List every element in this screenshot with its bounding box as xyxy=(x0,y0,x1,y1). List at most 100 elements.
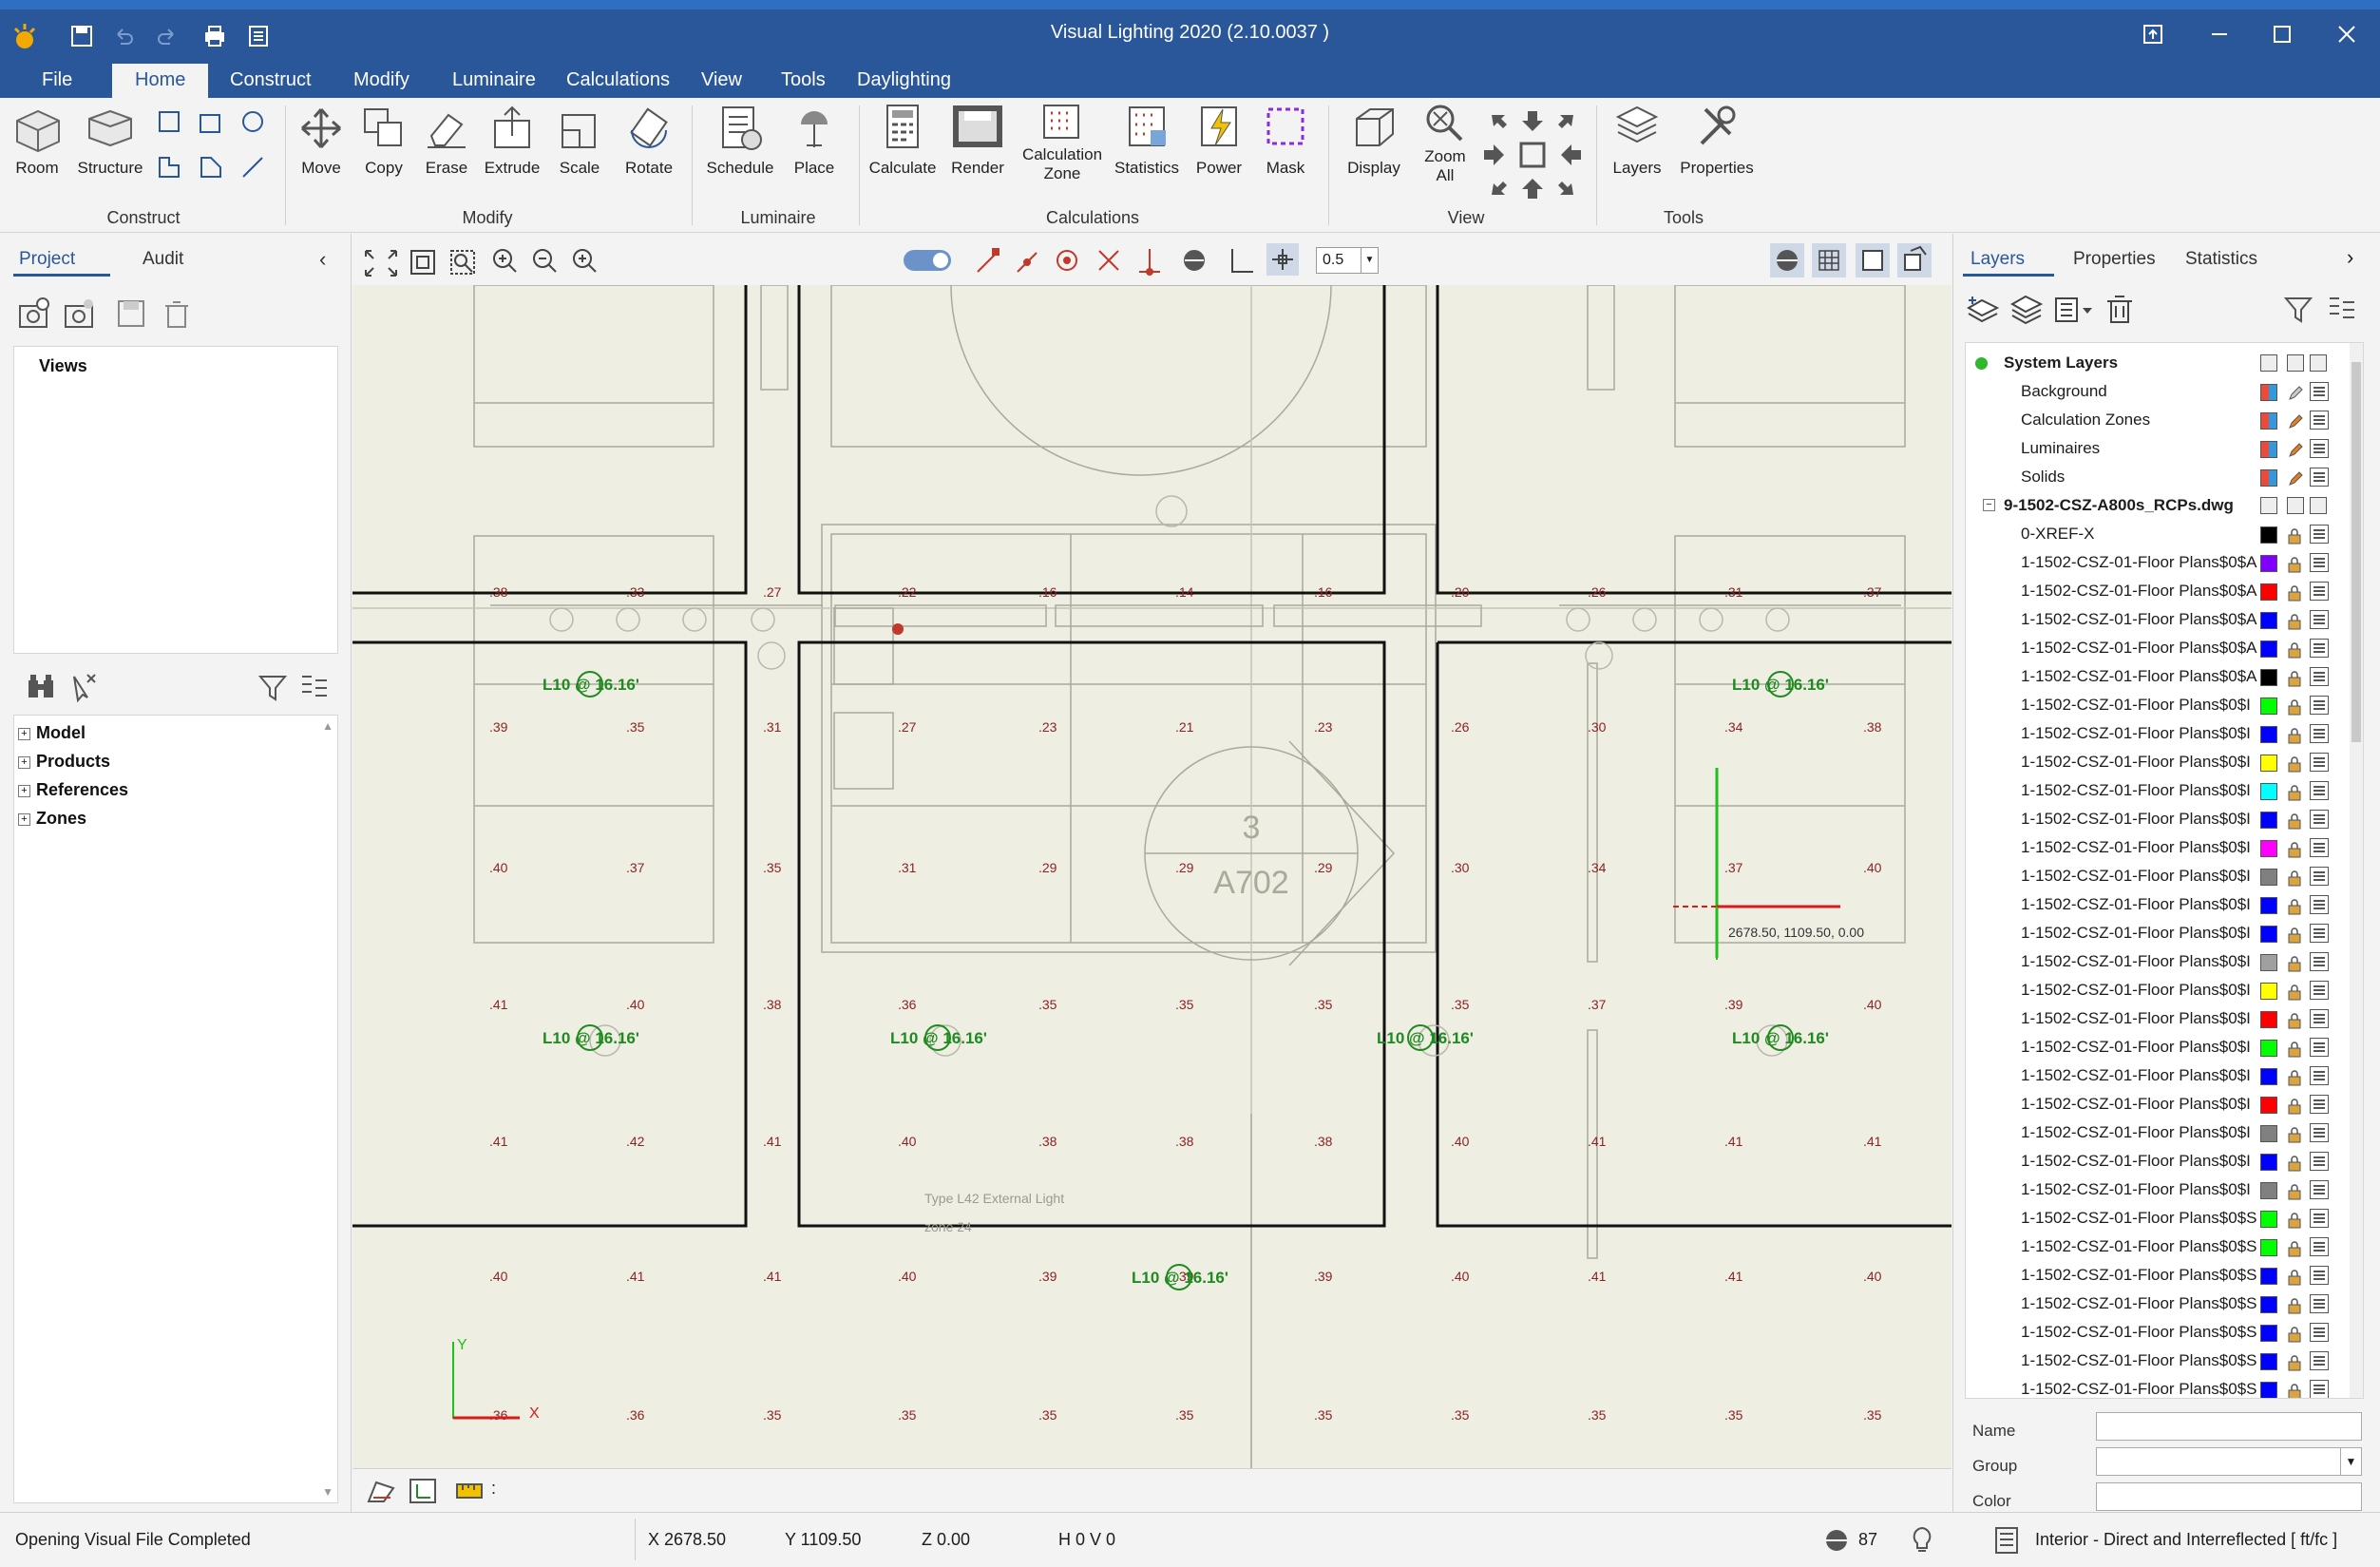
menu-tools[interactable]: Tools xyxy=(764,62,843,98)
print-toggle-icon[interactable] xyxy=(2310,1123,2329,1142)
extrude-button[interactable]: Extrude xyxy=(481,102,543,208)
expand-icon[interactable]: + xyxy=(18,755,30,769)
layer-color-swatch[interactable] xyxy=(2260,640,2277,658)
color-input[interactable] xyxy=(2096,1482,2362,1511)
filter-icon[interactable] xyxy=(257,671,289,708)
lock-icon[interactable] xyxy=(2287,868,2302,887)
layer-color-swatch[interactable] xyxy=(2260,1353,2277,1370)
layer-row-floor-plan[interactable]: 1-1502-CSZ-01-Floor Plans$0$I xyxy=(1966,748,2363,776)
luminaire-tag[interactable]: L10 @ 16.16' xyxy=(890,1029,987,1047)
pencil-icon[interactable] xyxy=(2287,440,2303,457)
layer-color-swatch[interactable] xyxy=(2260,783,2277,800)
layer-row-floor-plan[interactable]: 1-1502-CSZ-01-Floor Plans$0$I xyxy=(1966,890,2363,919)
layer-color-swatch[interactable] xyxy=(2260,1239,2277,1256)
menu-daylighting[interactable]: Daylighting xyxy=(840,62,968,98)
layer-color-swatch[interactable] xyxy=(2260,1182,2277,1199)
group-select[interactable]: ▼ xyxy=(2096,1447,2362,1476)
grid-snap-icon[interactable] xyxy=(1266,243,1299,276)
group-lock-icon[interactable] xyxy=(2287,497,2304,514)
properties-button[interactable]: Properties xyxy=(1674,102,1760,208)
group-visibility-icon[interactable] xyxy=(2260,497,2277,514)
layer-list-icon[interactable] xyxy=(2052,293,2094,330)
layer-row-floor-plan[interactable]: 1-1502-CSZ-01-Floor Plans$0$I xyxy=(1966,1175,2363,1204)
statistics-button[interactable]: Statistics xyxy=(1114,102,1180,208)
group-visibility-icon[interactable] xyxy=(2260,354,2277,372)
snap-toggle[interactable] xyxy=(904,250,951,271)
ribbon-display-icon[interactable] xyxy=(2124,13,2181,55)
layer-color-swatch[interactable] xyxy=(2260,441,2277,458)
lock-icon[interactable] xyxy=(2287,1267,2302,1286)
layer-color-swatch[interactable] xyxy=(2260,1068,2277,1085)
layer-color-swatch[interactable] xyxy=(2260,612,2277,629)
layer-row-floor-plan[interactable]: 1-1502-CSZ-01-Floor Plans$0$I xyxy=(1966,1061,2363,1090)
layer-row-floor-plan[interactable]: 1-1502-CSZ-01-Floor Plans$0$I xyxy=(1966,1147,2363,1175)
print-toggle-icon[interactable] xyxy=(2310,724,2329,743)
print-toggle-icon[interactable] xyxy=(2310,753,2329,772)
layer-row-floor-plan[interactable]: 1-1502-CSZ-01-Floor Plans$0$S xyxy=(1966,1204,2363,1233)
binoculars-icon[interactable] xyxy=(25,671,57,708)
layer-color-swatch[interactable] xyxy=(2260,669,2277,686)
layer-color-swatch[interactable] xyxy=(2260,954,2277,971)
layer-row-floor-plan[interactable]: 1-1502-CSZ-01-Floor Plans$0$I xyxy=(1966,1118,2363,1147)
delete-layer-icon[interactable] xyxy=(2104,293,2136,330)
menu-view[interactable]: View xyxy=(684,62,759,98)
snap-nearest-icon[interactable] xyxy=(1184,250,1205,271)
menu-modify[interactable]: Modify xyxy=(336,62,427,98)
display-button[interactable]: Display xyxy=(1338,102,1410,208)
print-toggle-icon[interactable] xyxy=(2310,838,2329,857)
clear-selection-icon[interactable] xyxy=(67,671,99,708)
lock-icon[interactable] xyxy=(2287,1381,2302,1398)
scrollbar-thumb[interactable] xyxy=(2351,362,2361,742)
layer-row-floor-plan[interactable]: 1-1502-CSZ-01-Floor Plans$0$A xyxy=(1966,577,2363,605)
place-button[interactable]: Place xyxy=(785,102,844,208)
layer-color-swatch[interactable] xyxy=(2260,583,2277,601)
room-button[interactable]: Room xyxy=(10,102,65,208)
view-direction-pad[interactable] xyxy=(1480,107,1585,214)
lock-icon[interactable] xyxy=(2287,1324,2302,1343)
chevron-down-icon[interactable]: ▼ xyxy=(1361,248,1378,273)
lock-icon[interactable] xyxy=(2287,583,2302,602)
layer-row-floor-plan[interactable]: 1-1502-CSZ-01-Floor Plans$0$A xyxy=(1966,605,2363,634)
layer-row-floor-plan[interactable]: 1-1502-CSZ-01-Floor Plans$0$I xyxy=(1966,976,2363,1004)
layer-color-swatch[interactable] xyxy=(2260,926,2277,943)
layer-options-icon[interactable] xyxy=(2326,293,2358,330)
layer-row-floor-plan[interactable]: 1-1502-CSZ-01-Floor Plans$0$I xyxy=(1966,719,2363,748)
collapse-icon[interactable]: − xyxy=(1983,499,1995,511)
layer-row-floor-plan[interactable]: 1-1502-CSZ-01-Floor Plans$0$I xyxy=(1966,1090,2363,1118)
print-toggle-icon[interactable] xyxy=(2310,696,2329,715)
print-toggle-icon[interactable] xyxy=(2310,1009,2329,1028)
ortho-icon[interactable] xyxy=(1231,249,1253,273)
erase-button[interactable]: Erase xyxy=(418,102,475,208)
print-toggle-icon[interactable] xyxy=(2310,1038,2329,1057)
layer-row-system-child[interactable]: Luminaires xyxy=(1966,434,2363,463)
lock-icon[interactable] xyxy=(2287,1181,2302,1200)
pencil-icon[interactable] xyxy=(2287,411,2303,429)
layer-color-swatch[interactable] xyxy=(2260,1125,2277,1142)
print-toggle-icon[interactable] xyxy=(2310,810,2329,829)
layer-row-floor-plan[interactable]: 1-1502-CSZ-01-Floor Plans$0$I xyxy=(1966,691,2363,719)
shading-mode-icon[interactable] xyxy=(1770,243,1804,277)
maximize-icon[interactable] xyxy=(2254,13,2311,55)
luminaire-tag[interactable]: L10 @ 16.16' xyxy=(1732,676,1829,694)
expand-icon[interactable]: + xyxy=(18,784,30,797)
print-toggle-icon[interactable] xyxy=(2310,610,2329,629)
camera-settings-icon[interactable] xyxy=(63,296,97,335)
scroll-up-icon[interactable]: ▲ xyxy=(322,719,333,733)
grid-display-icon[interactable] xyxy=(1812,243,1846,277)
layer-row-floor-plan[interactable]: 1-1502-CSZ-01-Floor Plans$0$S xyxy=(1966,1261,2363,1290)
render-button[interactable]: Render xyxy=(946,102,1009,208)
add-layer-icon[interactable] xyxy=(1965,293,2001,330)
minimize-icon[interactable] xyxy=(2191,13,2248,55)
print-toggle-icon[interactable] xyxy=(2310,952,2329,971)
layer-row-system-child[interactable]: Background xyxy=(1966,377,2363,406)
print-toggle-icon[interactable] xyxy=(2310,468,2329,487)
luminaire-tag[interactable]: L10 @ 16.16' xyxy=(543,676,639,694)
snap-midpoint-icon[interactable] xyxy=(1017,252,1038,273)
lock-icon[interactable] xyxy=(2287,1039,2302,1058)
lock-icon[interactable] xyxy=(2287,1238,2302,1257)
cad-canvas[interactable]: .38 .33 .27 .22 .16 .14 .16 .20 .26 .31 .37 .39 .35… xyxy=(352,285,1952,1468)
layer-color-swatch[interactable] xyxy=(2260,1154,2277,1171)
layer-color-swatch[interactable] xyxy=(2260,384,2277,401)
layers-button[interactable]: Layers xyxy=(1606,102,1668,208)
menu-luminaire[interactable]: Luminaire xyxy=(435,62,553,98)
